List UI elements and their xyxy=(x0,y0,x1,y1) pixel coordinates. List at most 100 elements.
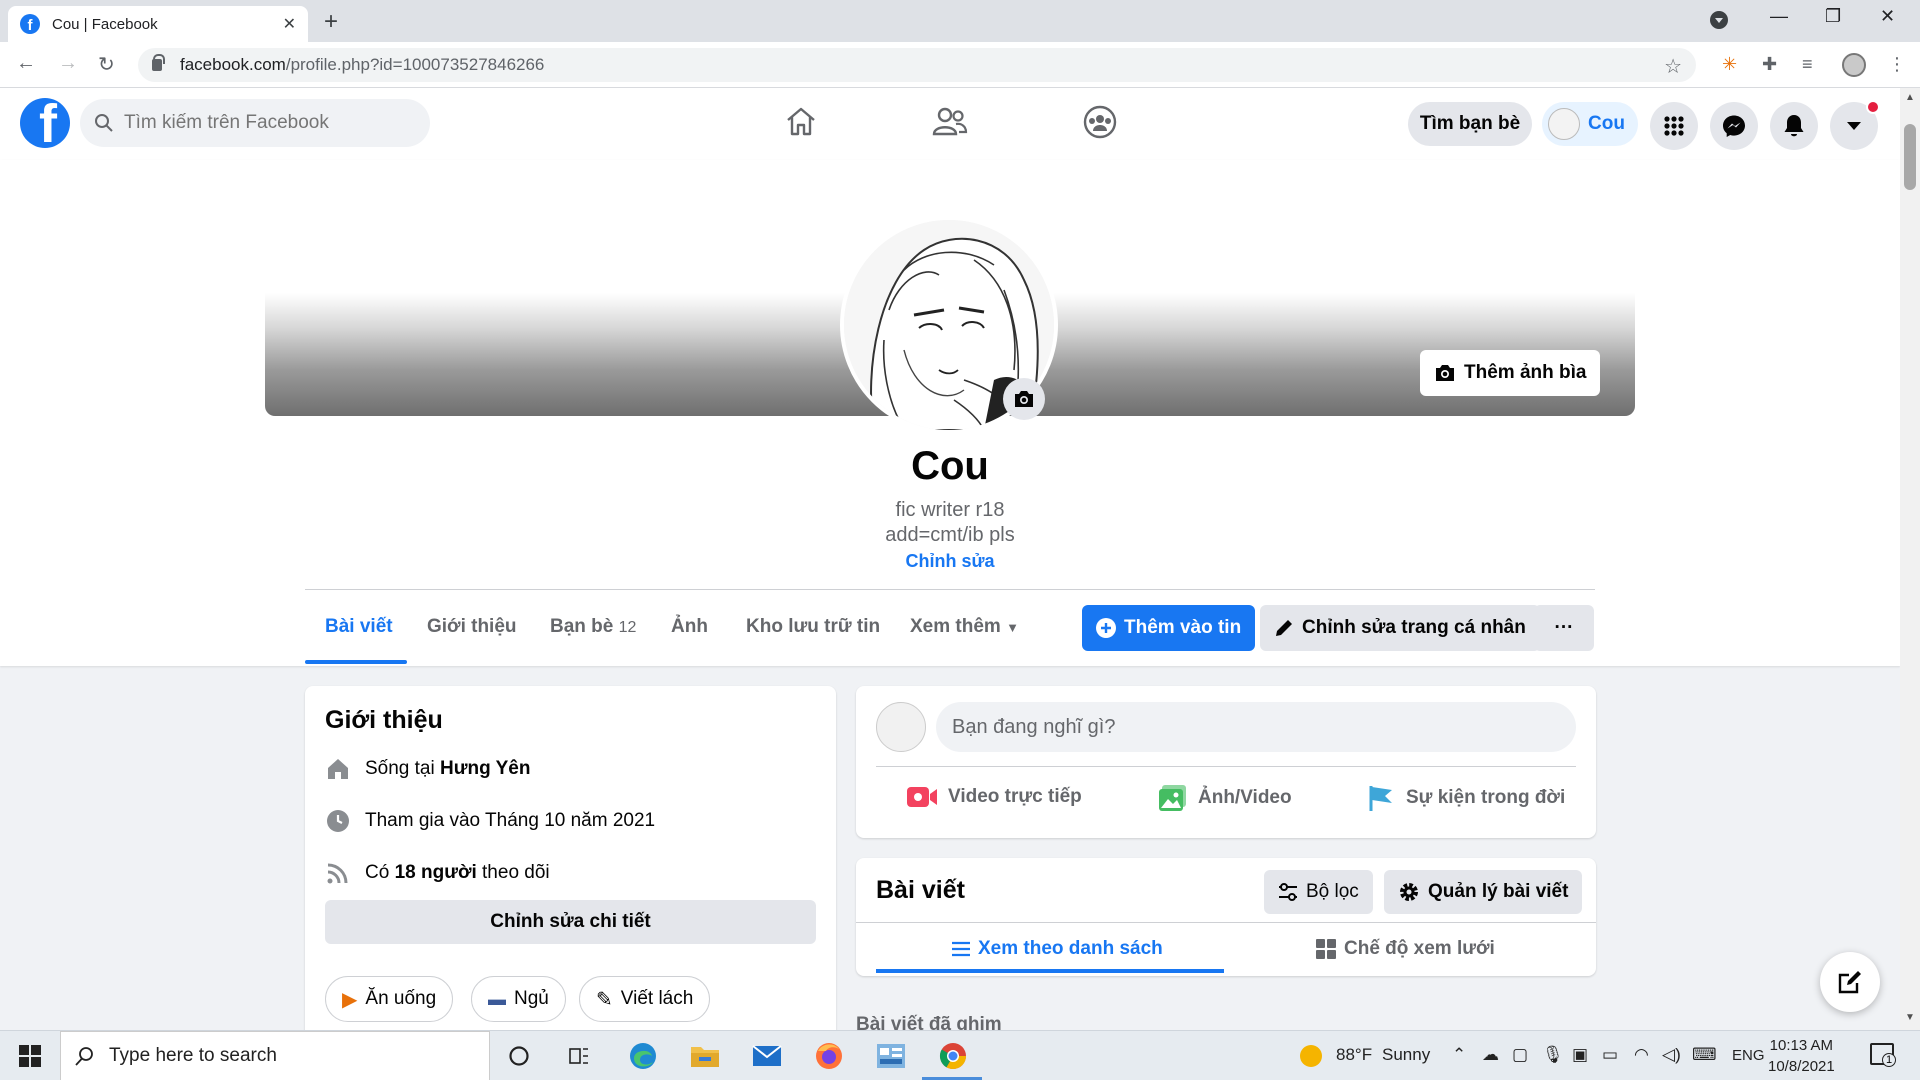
add-cover-photo-button[interactable]: Thêm ảnh bìa xyxy=(1420,350,1601,396)
home-icon xyxy=(328,759,348,779)
update-avatar-button[interactable] xyxy=(1003,378,1045,420)
wifi-icon[interactable]: ◠ xyxy=(1634,1045,1649,1065)
search-input[interactable] xyxy=(124,112,404,134)
volume-icon[interactable]: ◁) xyxy=(1662,1045,1681,1065)
usb-device-icon[interactable]: ▢ xyxy=(1512,1045,1528,1065)
facebook-logo[interactable]: f xyxy=(20,98,70,148)
compose-icon xyxy=(1838,971,1861,994)
avatar xyxy=(876,702,926,752)
tab-search-icon[interactable] xyxy=(1710,11,1728,29)
more-options-button[interactable]: ··· xyxy=(1534,605,1594,651)
close-tab-icon[interactable]: ✕ xyxy=(283,14,296,34)
restore-icon[interactable]: ❐ xyxy=(1825,6,1841,27)
gear-icon xyxy=(1400,883,1418,901)
extensions-puzzle-icon[interactable]: ✚ xyxy=(1762,54,1777,75)
system-clock[interactable]: 10:13 AM 10/8/2021 xyxy=(1768,1035,1835,1077)
divider xyxy=(305,589,1595,590)
filter-button[interactable]: Bộ lọc xyxy=(1264,870,1373,914)
battery-icon[interactable]: ▭ xyxy=(1602,1045,1618,1065)
windows-start-icon[interactable] xyxy=(19,1045,41,1067)
close-window-icon[interactable]: ✕ xyxy=(1880,6,1895,27)
rss-followers-icon xyxy=(327,863,348,884)
edit-details-button[interactable]: Chỉnh sửa chi tiết xyxy=(325,900,816,944)
control-panel-icon[interactable] xyxy=(874,1039,908,1073)
active-view-indicator xyxy=(876,969,1224,973)
groups-icon[interactable] xyxy=(1082,104,1118,140)
life-event-button[interactable]: Sự kiện trong đời xyxy=(1368,784,1565,812)
chrome-menu-icon[interactable]: ⋮ xyxy=(1888,54,1906,75)
intro-title: Giới thiệu xyxy=(325,706,443,734)
notifications-icon[interactable] xyxy=(1770,102,1818,150)
search-icon xyxy=(95,114,113,132)
filter-sliders-icon xyxy=(1279,883,1297,901)
browser-profile-avatar[interactable] xyxy=(1842,53,1866,77)
page-scrollbar[interactable]: ▲ ▼ xyxy=(1900,88,1920,1030)
tab-story-archive[interactable]: Kho lưu trữ tin xyxy=(746,616,880,638)
cortana-icon[interactable] xyxy=(502,1039,536,1073)
notification-count: 1 xyxy=(1882,1053,1896,1067)
hobby-chip[interactable]: ▬ Ngủ xyxy=(471,976,566,1022)
photo-video-button[interactable]: Ảnh/Video xyxy=(1158,784,1292,812)
pencil-icon xyxy=(1276,620,1292,636)
friends-icon[interactable] xyxy=(932,104,968,138)
live-video-button[interactable]: Video trực tiếp xyxy=(906,784,1082,810)
edit-profile-button[interactable]: Chỉnh sửa trang cá nhân xyxy=(1260,605,1540,651)
browser-toolbar: ← → ↻ facebook.com/profile.php?id=100073… xyxy=(0,42,1920,88)
facebook-search[interactable] xyxy=(80,99,430,147)
minimize-icon[interactable]: — xyxy=(1770,6,1788,27)
tab-friends[interactable]: Bạn bè 12 xyxy=(550,616,636,638)
taskbar-search[interactable]: Type here to search xyxy=(60,1031,490,1080)
divider xyxy=(856,922,1596,923)
browser-tab[interactable]: f Cou | Facebook ✕ xyxy=(8,6,308,42)
menu-grid-icon[interactable] xyxy=(1650,102,1698,150)
profile-shortcut[interactable]: Cou xyxy=(1542,102,1638,146)
task-view-icon[interactable] xyxy=(562,1039,596,1073)
manage-posts-button[interactable]: Quản lý bài viết xyxy=(1384,870,1583,914)
microphone-icon[interactable]: 🎙︎ xyxy=(1542,1045,1564,1065)
meet-now-icon[interactable]: ▣ xyxy=(1572,1045,1588,1065)
reload-icon[interactable]: ↻ xyxy=(98,52,115,77)
grid-view-tab[interactable]: Chế độ xem lưới xyxy=(1316,938,1495,960)
find-friends-button[interactable]: Tìm bạn bè xyxy=(1408,102,1532,146)
tab-about[interactable]: Giới thiệu xyxy=(427,616,517,638)
extension-icon[interactable]: ✳ xyxy=(1722,54,1737,75)
tab-photos[interactable]: Ảnh xyxy=(671,616,708,638)
media-control-icon[interactable]: ≡ xyxy=(1802,54,1813,75)
search-icon xyxy=(75,1047,93,1066)
bookmark-star-icon[interactable]: ☆ xyxy=(1664,54,1682,79)
hobby-chip[interactable]: ▶ Ăn uống xyxy=(325,976,454,1022)
onedrive-cloud-icon[interactable]: ☁ xyxy=(1482,1045,1499,1065)
live-video-icon xyxy=(907,787,937,807)
chrome-icon[interactable] xyxy=(936,1039,970,1073)
weather-temperature[interactable]: 88°F xyxy=(1336,1045,1372,1065)
divider xyxy=(876,766,1576,767)
list-view-tab[interactable]: Xem theo danh sách xyxy=(952,938,1163,960)
back-icon[interactable]: ← xyxy=(16,52,36,75)
home-icon[interactable] xyxy=(784,104,818,138)
windows-taskbar: Type here to search 88°F Sunny ⌃ ☁ ▢ 🎙︎ … xyxy=(0,1030,1920,1080)
scrollbar-thumb[interactable] xyxy=(1904,124,1916,190)
weather-description[interactable]: Sunny xyxy=(1382,1045,1430,1065)
mail-icon[interactable] xyxy=(750,1039,784,1073)
new-message-button[interactable] xyxy=(1820,952,1880,1012)
file-explorer-icon[interactable] xyxy=(688,1039,722,1073)
lock-icon xyxy=(152,54,165,71)
firefox-icon[interactable] xyxy=(812,1039,846,1073)
keyboard-icon[interactable]: ⌨ xyxy=(1692,1045,1717,1065)
tab-posts[interactable]: Bài viết xyxy=(325,616,393,638)
hobby-chip[interactable]: ✎ Viết lách xyxy=(579,976,711,1022)
edge-browser-icon[interactable] xyxy=(626,1039,660,1073)
input-language[interactable]: ENG xyxy=(1732,1047,1765,1064)
scroll-up-arrow-icon[interactable]: ▲ xyxy=(1905,92,1915,103)
messenger-icon[interactable] xyxy=(1710,102,1758,150)
notification-center-icon[interactable]: 1 xyxy=(1870,1043,1896,1067)
forward-icon[interactable]: → xyxy=(58,52,78,75)
chevron-up-icon[interactable]: ⌃ xyxy=(1452,1045,1466,1065)
scroll-down-arrow-icon[interactable]: ▼ xyxy=(1905,1012,1915,1023)
tab-see-more[interactable]: Xem thêm ▼ xyxy=(910,616,1019,638)
new-tab-button[interactable]: + xyxy=(324,8,338,36)
add-to-story-button[interactable]: Thêm vào tin xyxy=(1082,605,1256,651)
address-bar[interactable]: facebook.com/profile.php?id=100073527846… xyxy=(138,48,1696,82)
edit-bio-link[interactable]: Chỉnh sửa xyxy=(0,551,1900,572)
status-input[interactable]: Bạn đang nghĩ gì? xyxy=(936,702,1576,752)
